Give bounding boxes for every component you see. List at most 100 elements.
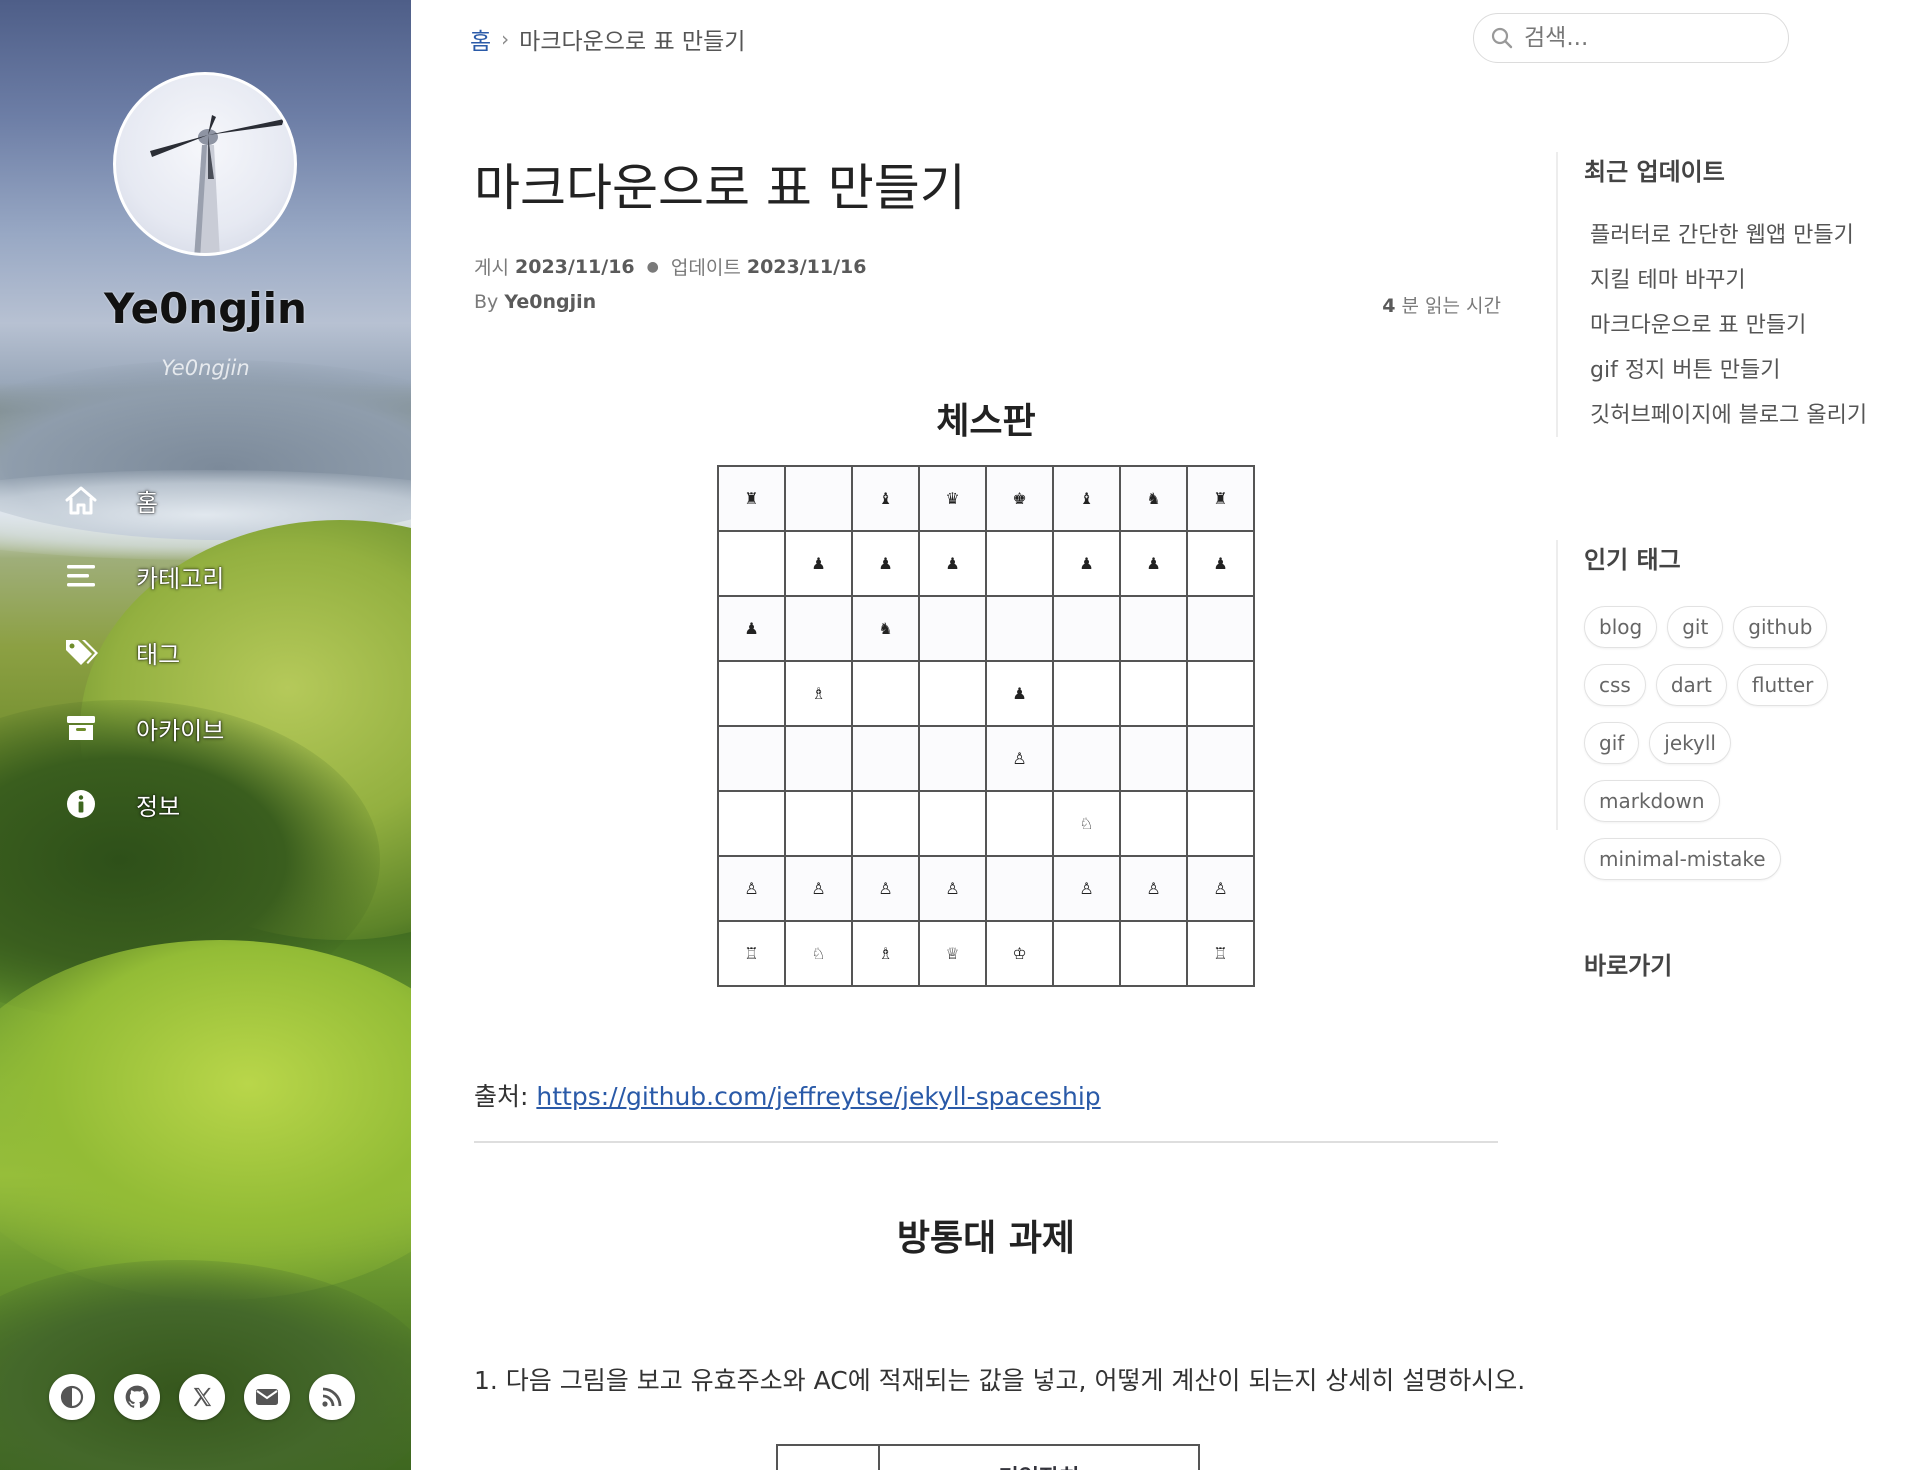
chessboard-cell: ♜: [1186, 465, 1255, 532]
sidebar-item-archive[interactable]: 아카이브: [58, 690, 224, 766]
tag-chip[interactable]: dart: [1655, 664, 1727, 706]
sidebar-item-label: 홈: [136, 488, 159, 517]
sidebar-item-label: 카테고리: [136, 564, 225, 593]
read-time: 4 분 읽는 시간: [1382, 291, 1501, 318]
sidebar-item-home[interactable]: 홈: [58, 462, 224, 538]
avatar[interactable]: [113, 72, 297, 256]
sidebar: Ye0ngjin Ye0ngjin 홈 카테고리 태그 아카이브 정보: [0, 0, 411, 1470]
chessboard-row: ♘: [717, 790, 1255, 857]
recent-updates-list: 플러터로 간단한 웹앱 만들기 지킬 테마 바꾸기 마크다운으로 표 만들기 gif …: [1584, 217, 1867, 442]
chessboard-cell: ♝: [1052, 465, 1121, 532]
breadcrumb: 홈 › 마크다운으로 표 만들기: [470, 22, 745, 56]
chessboard-cell: ♟: [1052, 530, 1121, 597]
chessboard-cell: [1186, 595, 1255, 662]
search-box[interactable]: [1473, 13, 1789, 63]
sidebar-item-categories[interactable]: 카테고리: [58, 538, 224, 614]
tag-chip[interactable]: minimal-mistake: [1584, 838, 1781, 880]
sidebar-item-label: 아카이브: [136, 716, 225, 745]
author-name: Ye0ngjin: [504, 291, 597, 313]
tag-chip[interactable]: git: [1667, 606, 1724, 648]
tag-chip[interactable]: flutter: [1736, 664, 1829, 706]
posted-date: 2023/11/16: [515, 255, 635, 278]
tags-icon: [58, 632, 104, 672]
memory-table: 기억장치: [776, 1444, 1200, 1470]
chessboard-cell: [1186, 790, 1255, 857]
chessboard-cell: [1186, 660, 1255, 727]
github-link[interactable]: [114, 1374, 160, 1420]
chessboard-cell: ♙: [717, 855, 786, 922]
question-text: 1. 다음 그림을 보고 유효주소와 AC에 적재되는 값을 넣고, 어떻게 계…: [474, 1366, 1526, 1395]
home-icon: [58, 480, 104, 520]
rss-icon: [322, 1387, 342, 1407]
recent-update-link[interactable]: 깃허브페이지에 블로그 올리기: [1590, 397, 1867, 442]
social-links: [49, 1374, 355, 1420]
sidebar-item-tags[interactable]: 태그: [58, 614, 224, 690]
site-title[interactable]: Ye0ngjin: [0, 284, 411, 333]
tag-chip[interactable]: blog: [1584, 606, 1658, 648]
chessboard-cell: ♘: [1052, 790, 1121, 857]
chessboard-cell: ♟: [717, 595, 786, 662]
chessboard-cell: ♙: [1119, 855, 1188, 922]
chessboard-cell: [985, 530, 1054, 597]
popular-tags-panel: 인기 태그 blog git github css dart flutter gif jeky…: [1556, 540, 1864, 880]
toc-panel: 바로가기: [1556, 946, 1672, 986]
tag-list: blog git github css dart flutter gif jekyll mark…: [1584, 606, 1864, 880]
popular-tags-title: 인기 태그: [1584, 546, 1681, 574]
by-label: By: [474, 291, 499, 313]
recent-updates-panel: 최근 업데이트 플러터로 간단한 웹앱 만들기 지킬 테마 바꾸기 마크다운으로 표…: [1556, 152, 1867, 437]
list-icon: [58, 556, 104, 596]
chessboard-cell: [851, 725, 920, 792]
recent-update-link[interactable]: 지킬 테마 바꾸기: [1590, 262, 1867, 307]
chessboard-cell: [784, 725, 853, 792]
tag-chip[interactable]: css: [1584, 664, 1646, 706]
chessboard-table: ♜ ♝ ♛ ♚ ♝ ♞ ♜ ♟ ♟ ♟ ♟ ♟ ♟ ♟ ♞ ♗ ♟ ♙ ♘ ♙ ♙ ♙ ♙ ♙ ♙ ♙ ♖ ♘ ♗ ♕ ♔ ♖: [717, 465, 1255, 987]
chessboard-cell: [985, 595, 1054, 662]
chessboard-cell: [918, 660, 987, 727]
tag-chip[interactable]: jekyll: [1649, 722, 1731, 764]
chessboard-cell: ♙: [1186, 855, 1255, 922]
x-link[interactable]: [179, 1374, 225, 1420]
recent-update-link[interactable]: 마크다운으로 표 만들기: [1590, 307, 1867, 352]
chessboard-cell: ♗: [784, 660, 853, 727]
chessboard-cell: [851, 660, 920, 727]
chessboard-cell: ♘: [784, 920, 853, 987]
sidebar-item-label: 태그: [136, 640, 181, 669]
email-link[interactable]: [244, 1374, 290, 1420]
meta-separator: ●: [646, 258, 659, 275]
search-icon: [1491, 27, 1513, 49]
tag-chip[interactable]: markdown: [1584, 780, 1720, 822]
recent-update-link[interactable]: gif 정지 버튼 만들기: [1590, 352, 1867, 397]
chessboard-cell: [918, 790, 987, 857]
chessboard-cell: [1052, 595, 1121, 662]
chessboard-cell: ♟: [851, 530, 920, 597]
table-header-cell: 기억장치: [878, 1444, 1200, 1470]
chessboard-row: ♙ ♙ ♙ ♙ ♙ ♙ ♙: [717, 855, 1255, 922]
chessboard-cell: [1052, 660, 1121, 727]
rss-link[interactable]: [309, 1374, 355, 1420]
chessboard-cell: ♞: [851, 595, 920, 662]
post-dates: 게시 2023/11/16 ● 업데이트 2023/11/16: [474, 253, 866, 280]
chessboard-row: ♟ ♟ ♟ ♟ ♟ ♟: [717, 530, 1255, 597]
email-icon: [256, 1389, 278, 1405]
chessboard-cell: ♟: [985, 660, 1054, 727]
breadcrumb-home-link[interactable]: 홈: [470, 22, 491, 56]
toc-title: 바로가기: [1584, 952, 1673, 980]
chessboard-cell: ♙: [1052, 855, 1121, 922]
tag-chip[interactable]: github: [1733, 606, 1828, 648]
chessboard-cell: ♙: [784, 855, 853, 922]
theme-toggle-button[interactable]: [49, 1374, 95, 1420]
sidebar-item-about[interactable]: 정보: [58, 766, 224, 842]
chessboard-cell: [1186, 725, 1255, 792]
chessboard-cell: [717, 530, 786, 597]
sidebar-item-label: 정보: [136, 792, 181, 821]
recent-update-link[interactable]: 플러터로 간단한 웹앱 만들기: [1590, 217, 1867, 262]
source-link[interactable]: https://github.com/jeffreytse/jekyll-spa…: [536, 1082, 1100, 1111]
search-input[interactable]: [1524, 25, 1764, 51]
tag-chip[interactable]: gif: [1584, 722, 1640, 764]
chessboard-cell: [784, 790, 853, 857]
chessboard-cell: [985, 855, 1054, 922]
updated-label: 업데이트: [670, 257, 741, 279]
chessboard-cell: ♟: [1186, 530, 1255, 597]
divider: [474, 1141, 1498, 1143]
chessboard-cell: [717, 790, 786, 857]
